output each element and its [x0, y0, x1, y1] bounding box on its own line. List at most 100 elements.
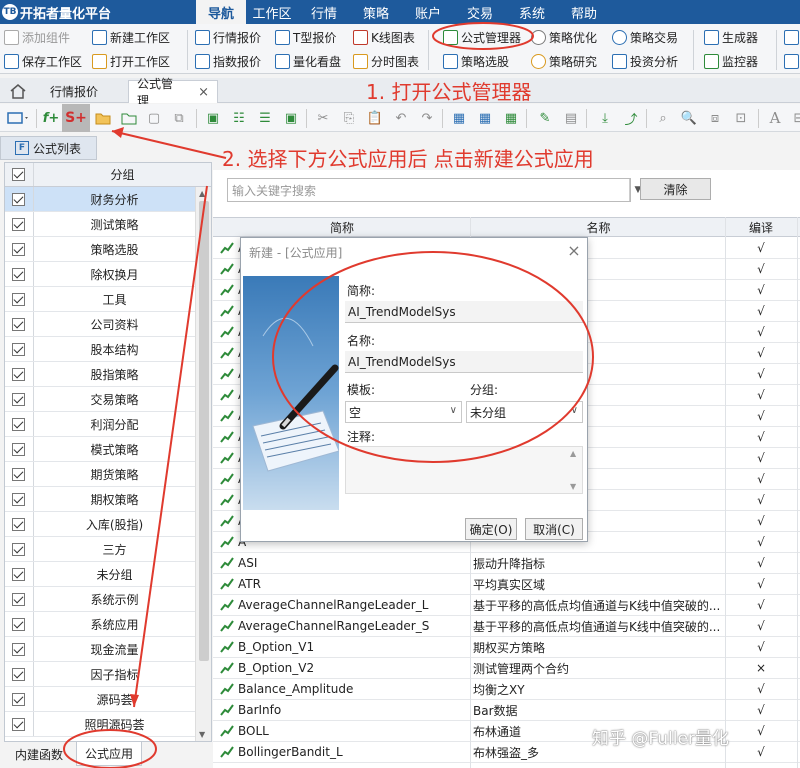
quant-board-button[interactable]: 量化看盘 [275, 50, 341, 72]
menu-help[interactable]: 帮助 [558, 0, 610, 24]
formula-row[interactable]: ASI 振动升降指标 √ [213, 553, 800, 574]
monitor-button[interactable]: 监控器 [704, 50, 758, 72]
group-checkbox[interactable] [12, 467, 25, 481]
group-checkbox[interactable] [12, 342, 25, 356]
formula-row[interactable]: B_Option_V1 期权买方策略 √ [213, 637, 800, 658]
formula-list-tab[interactable]: F 公式列表 [0, 136, 97, 160]
find-icon[interactable]: ⌕ [654, 109, 672, 127]
formula-row[interactable]: B_Option_V2 测试管理两个合约 × [213, 658, 800, 679]
group-checkbox[interactable] [12, 567, 25, 581]
paste-icon[interactable]: 📋 [366, 109, 384, 127]
zoom-icon[interactable]: ⊡ [732, 109, 750, 127]
tab-formula-app[interactable]: 公式应用 [76, 742, 142, 766]
list-view-icon[interactable]: ☰ [256, 109, 274, 127]
group-row[interactable]: 系统应用 [5, 612, 195, 637]
tree-icon[interactable]: ☷ [230, 109, 248, 127]
group-checkbox[interactable] [12, 192, 25, 206]
undo-icon[interactable]: ↶ [392, 109, 410, 127]
add-component-button[interactable]: 添加组件 [4, 26, 70, 48]
layout-icon[interactable]: ▣ [204, 109, 222, 127]
note-scrollbar[interactable]: ▲ ▼ [570, 449, 580, 491]
grid-icon-3[interactable]: ▦ [502, 109, 520, 127]
generator-button[interactable]: 生成器 [704, 26, 758, 48]
strategy-trade-button[interactable]: 策略交易 [612, 26, 678, 48]
search-input[interactable]: 输入关键字搜索 ▼ [227, 178, 641, 202]
group-row[interactable]: 测试策略 [5, 212, 195, 237]
group-row[interactable]: 照明源码荟 [5, 712, 195, 737]
home-icon[interactable] [8, 82, 28, 100]
menu-workspace[interactable]: 工作区 [246, 0, 298, 24]
menu-account[interactable]: 账户 [402, 0, 454, 24]
group-checkbox[interactable] [12, 692, 25, 706]
group-checkbox[interactable] [12, 367, 25, 381]
extra-button[interactable] [784, 26, 800, 48]
group-row[interactable]: 利润分配 [5, 412, 195, 437]
group-row[interactable]: 工具 [5, 287, 195, 312]
preview-icon[interactable]: ▣ [282, 109, 300, 127]
tab-quote-report[interactable]: 行情报价 [42, 80, 116, 103]
cut-icon[interactable]: ✂ [314, 109, 332, 127]
t-report-button[interactable]: T型报价 [275, 26, 336, 48]
formula-manager-button[interactable]: 公式管理器 [443, 26, 521, 48]
open-workspace-button[interactable]: 打开工作区 [92, 50, 170, 72]
menu-nav[interactable]: 导航 [196, 0, 246, 24]
clear-button[interactable]: 清除 [640, 178, 711, 200]
grid-icon[interactable]: ▦ [450, 109, 468, 127]
menu-market[interactable]: 行情 [298, 0, 350, 24]
group-row[interactable]: 除权换月 [5, 262, 195, 287]
group-row[interactable]: 未分组 [5, 562, 195, 587]
group-checkbox[interactable] [12, 242, 25, 256]
close-icon[interactable]: × [563, 240, 585, 260]
edit-icon[interactable]: ✎ [536, 109, 554, 127]
group-row[interactable]: 三方 [5, 537, 195, 562]
group-checkbox[interactable] [12, 217, 25, 231]
import-icon[interactable]: ⤓ [596, 109, 614, 127]
open-file-button[interactable] [120, 109, 138, 127]
formula-row[interactable]: Balance_Amplitude 均衡之XY √ [213, 679, 800, 700]
group-checkbox[interactable] [12, 392, 25, 406]
strategy-research-button[interactable]: 策略研究 [531, 50, 597, 72]
new-workspace-button[interactable]: 新建工作区 [92, 26, 170, 48]
search-icon[interactable]: 🔍 [680, 109, 698, 127]
kline-chart-button[interactable]: K线图表 [353, 26, 415, 48]
group-checkbox[interactable] [12, 617, 25, 631]
scroll-down-icon[interactable]: ▼ [199, 730, 205, 739]
replace-icon[interactable]: ⧈ [706, 109, 724, 127]
group-row[interactable]: 股指策略 [5, 362, 195, 387]
save-workspace-button[interactable]: 保存工作区 [4, 50, 82, 72]
select-all-checkbox[interactable] [12, 168, 25, 181]
quote-report-button[interactable]: 行情报价 [195, 26, 261, 48]
time-chart-button[interactable]: 分时图表 [353, 50, 419, 72]
formula-row[interactable]: AverageChannelRangeLeader_L 基于平移的高低点均值通道与… [213, 595, 800, 616]
group-checkbox[interactable] [12, 267, 25, 281]
group-row[interactable]: 交易策略 [5, 387, 195, 412]
tab-builtin-functions[interactable]: 内建函数 [6, 742, 72, 766]
copy-icon[interactable]: ⎘ [340, 109, 358, 127]
group-row[interactable]: 财务分析 [5, 187, 195, 212]
group-row[interactable]: 现金流量 [5, 637, 195, 662]
tab-formula-manager[interactable]: 公式管理 × [128, 77, 218, 108]
formula-row[interactable]: ATR 平均真实区域 √ [213, 574, 800, 595]
font-icon[interactable]: A [766, 109, 784, 127]
doc-icon[interactable]: ▤ [562, 109, 580, 127]
group-checkbox[interactable] [12, 667, 25, 681]
scroll-up-icon[interactable]: ▲ [199, 189, 205, 198]
grid-icon-2[interactable]: ▦ [476, 109, 494, 127]
export-icon[interactable]: ⤴ [622, 109, 640, 128]
ok-button[interactable]: 确定(O) [465, 518, 517, 540]
open-folder-button[interactable] [94, 109, 112, 127]
group-checkbox[interactable] [12, 417, 25, 431]
save-all-icon[interactable]: ⧉ [170, 109, 188, 127]
extra-button-2[interactable] [784, 50, 800, 72]
redo-icon[interactable]: ↷ [418, 109, 436, 127]
index-report-button[interactable]: 指数报价 [195, 50, 261, 72]
group-checkbox[interactable] [12, 517, 25, 531]
group-checkbox[interactable] [12, 492, 25, 506]
note-textarea[interactable]: ▲ ▼ [345, 446, 583, 494]
group-row[interactable]: 系统示例 [5, 587, 195, 612]
group-row[interactable]: 期货策略 [5, 462, 195, 487]
strategy-optimize-button[interactable]: 策略优化 [531, 26, 597, 48]
formula-row[interactable]: AverageChannelRangeLeader_S 基于平移的高低点均值通道与… [213, 616, 800, 637]
scroll-thumb[interactable] [199, 201, 209, 661]
group-checkbox[interactable] [12, 317, 25, 331]
